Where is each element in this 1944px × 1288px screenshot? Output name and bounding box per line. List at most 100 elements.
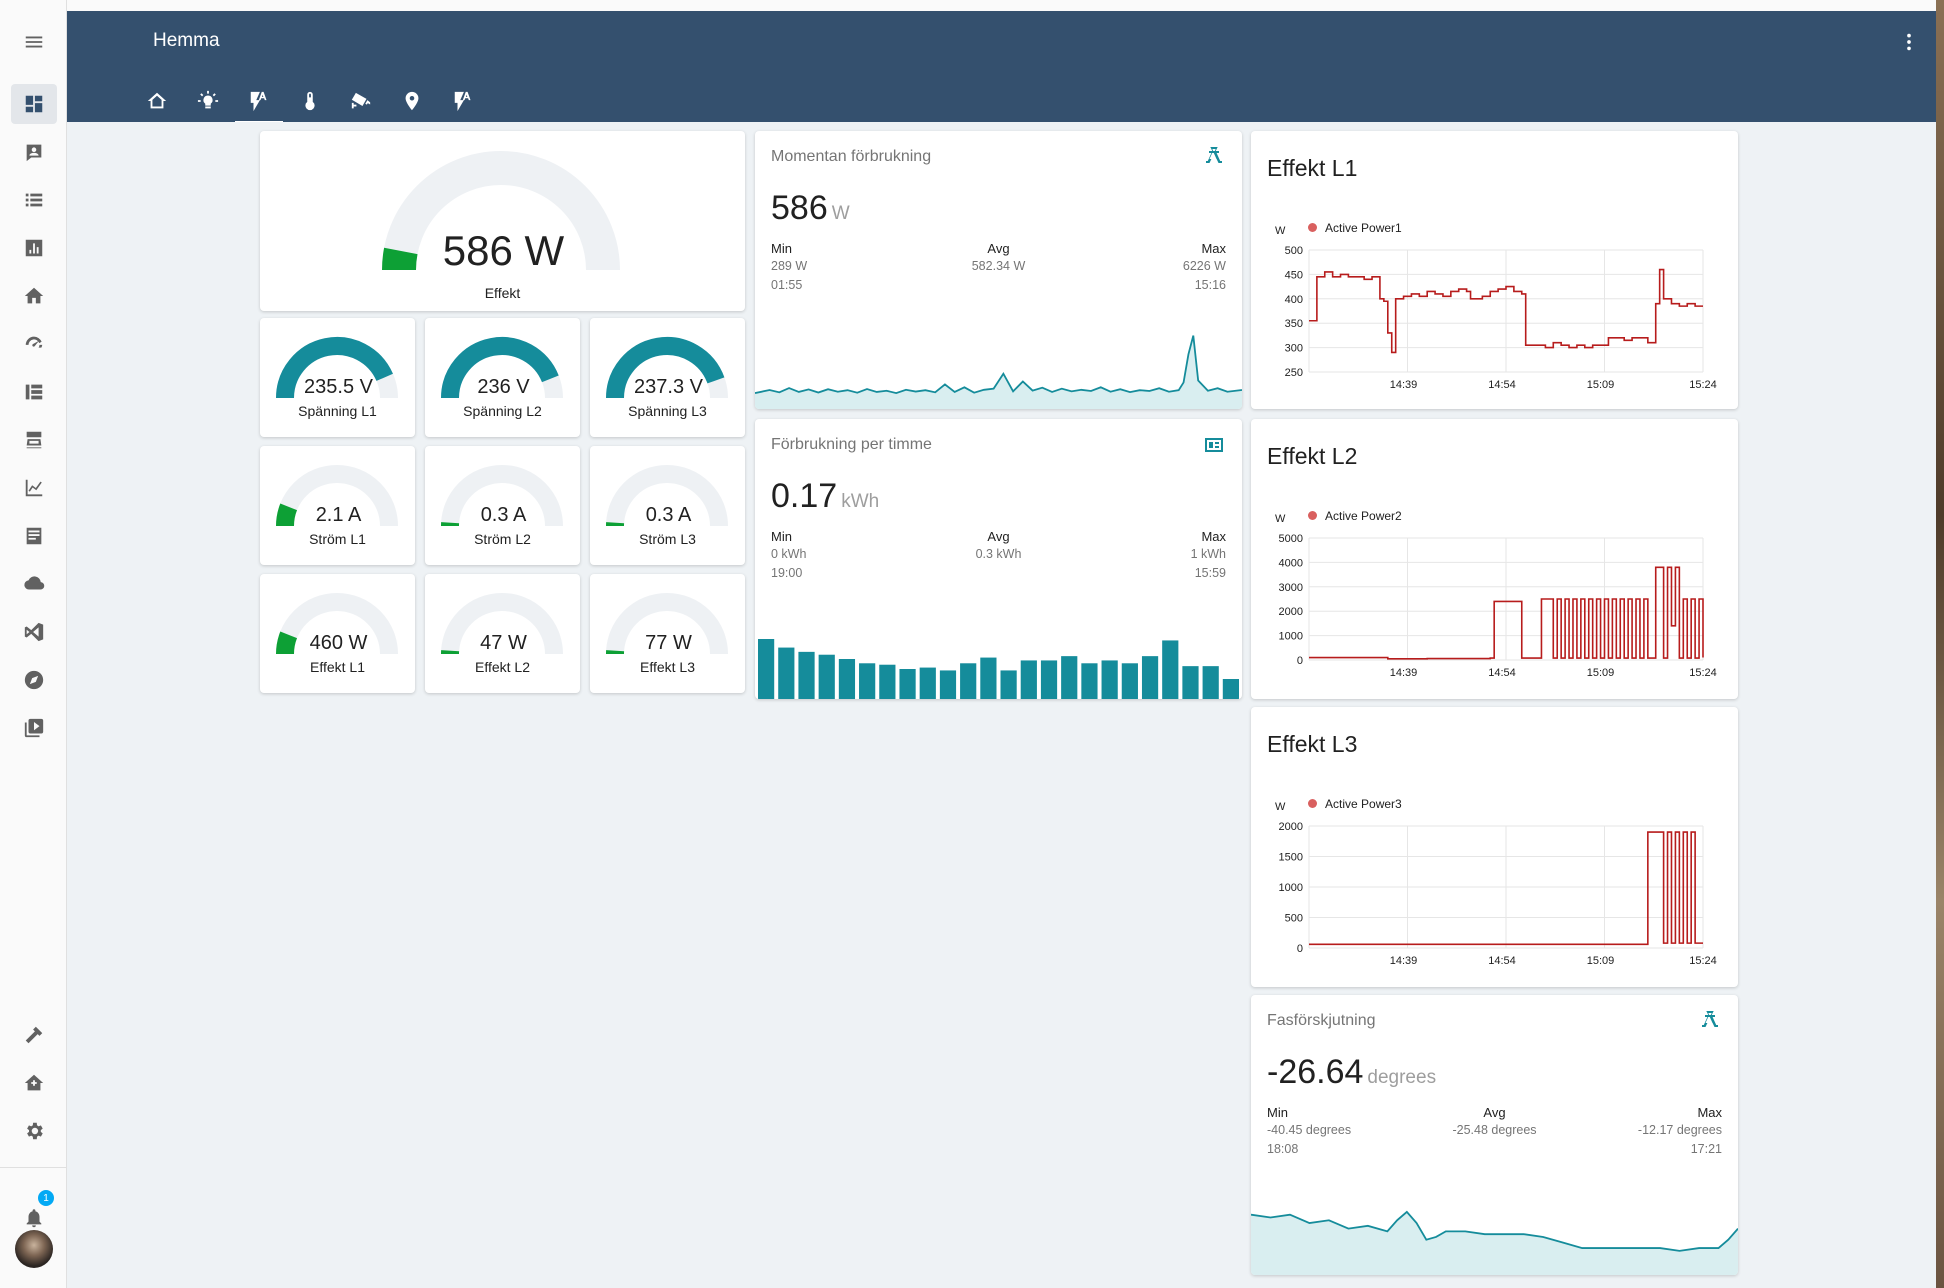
- stat-avg-value: 582.34 W: [971, 259, 1026, 273]
- gauge-card-spanning-l2[interactable]: 236 V Spänning L2: [425, 318, 580, 437]
- y-tick-label: 450: [1285, 269, 1303, 281]
- bar: [919, 667, 936, 699]
- gauge-card-effekt-l2[interactable]: 47 W Effekt L2: [425, 574, 580, 693]
- x-tick-label: 14:39: [1390, 379, 1418, 391]
- gauge-value: 460 W: [309, 632, 368, 654]
- chart-title: Effekt L1: [1267, 155, 1358, 181]
- gauge-card-effekt-l1[interactable]: 460 W Effekt L1: [260, 574, 415, 693]
- sensor-value: 0.17 kWh: [771, 477, 880, 515]
- legend-label[interactable]: Active Power2: [1325, 509, 1402, 523]
- x-tick-label: 15:24: [1689, 379, 1717, 391]
- panels-icon[interactable]: [11, 372, 57, 412]
- bar: [980, 657, 997, 699]
- sensor-card-fas[interactable]: Fasförskjutning -26.64 degrees Min -40.45…: [1251, 995, 1738, 1275]
- supervisor-icon[interactable]: [11, 1063, 57, 1103]
- gauge-label: Ström L1: [309, 531, 366, 547]
- gauge-value: 0.3 A: [645, 504, 692, 526]
- sensor-card-per-timme[interactable]: Förbrukning per timme 0.17 kWh Min 0 kWh …: [755, 419, 1242, 699]
- legend-swatch: [1308, 799, 1317, 808]
- vscode-icon[interactable]: [11, 612, 57, 652]
- settings-icon[interactable]: [11, 1111, 57, 1151]
- gauge-card-effekt-l3[interactable]: 77 W Effekt L3: [590, 574, 745, 693]
- tab-flash-auto-2[interactable]: [443, 81, 483, 121]
- bar: [1020, 660, 1037, 699]
- x-tick-label: 14:39: [1390, 955, 1418, 967]
- sensor-value: -26.64 degrees: [1267, 1053, 1437, 1091]
- history-icon[interactable]: [11, 228, 57, 268]
- gauge-card-spanning-l3[interactable]: 237.3 V Spänning L3: [590, 318, 745, 437]
- tab-thermometer[interactable]: [290, 81, 330, 121]
- logbook-icon[interactable]: [11, 180, 57, 220]
- y-tick-label: 400: [1285, 294, 1303, 306]
- menu-icon[interactable]: [11, 22, 57, 62]
- flash-auto-icon-2: [454, 91, 471, 112]
- stat-avg-label: Avg: [1483, 1105, 1506, 1120]
- gauge-value: 47 W: [480, 632, 527, 654]
- x-tick-label: 15:09: [1587, 955, 1615, 967]
- statistics-icon[interactable]: [11, 468, 57, 508]
- x-tick-label: 14:39: [1390, 667, 1418, 679]
- media-icon[interactable]: [11, 516, 57, 556]
- stat-max-value: -12.17 degrees: [1637, 1123, 1722, 1137]
- gauge-label: Ström L3: [639, 531, 696, 547]
- gauge-card-strom-l3[interactable]: 0.3 A Ström L3: [590, 446, 745, 565]
- tab-flash-auto[interactable]: [235, 81, 283, 123]
- gauge-label: Effekt L1: [309, 659, 365, 675]
- y-tick-label: 0: [1297, 655, 1303, 667]
- stat-max-time: 15:16: [1194, 278, 1226, 292]
- gauge-value: 586 W: [442, 227, 565, 274]
- gauge-card-strom-l2[interactable]: 0.3 A Ström L2: [425, 446, 580, 565]
- y-tick-label: 3000: [1279, 582, 1303, 594]
- bar: [1081, 663, 1098, 699]
- bar: [798, 651, 815, 699]
- stat-min-time: 01:55: [771, 278, 803, 292]
- history-card-l2[interactable]: Effekt L2 W Active Power2 5000 4000 3000 20…: [1251, 419, 1738, 699]
- x-tick-label: 15:24: [1689, 955, 1717, 967]
- energy-icon[interactable]: [11, 324, 57, 364]
- map-icon[interactable]: [11, 132, 57, 172]
- main-gauge: [382, 151, 620, 271]
- line-chart: 2000 1500 1000 500 0 14:39 14:54 15:09 15:24: [1279, 821, 1717, 967]
- history-card-l1[interactable]: Effekt L1 W Active Power1 500 450 400 350 30…: [1251, 131, 1738, 409]
- sidebar: 1: [0, 0, 67, 1288]
- x-tick-label: 14:54: [1488, 379, 1516, 391]
- hacs-icon[interactable]: [11, 420, 57, 460]
- legend-label[interactable]: Active Power3: [1325, 797, 1402, 811]
- bar: [960, 663, 977, 699]
- media-player-icon[interactable]: [11, 708, 57, 748]
- bar-chart: [758, 639, 1239, 699]
- dashboard-icon[interactable]: [11, 84, 57, 124]
- notification-badge: 1: [38, 1190, 54, 1206]
- avatar[interactable]: [15, 1230, 53, 1268]
- tab-cctv[interactable]: [341, 81, 381, 121]
- y-tick-label: 5000: [1279, 533, 1303, 545]
- developer-tools-icon[interactable]: [11, 1015, 57, 1055]
- compass-icon[interactable]: [11, 660, 57, 700]
- cctv-icon: [351, 92, 371, 109]
- map-marker-icon: [405, 91, 419, 111]
- y-tick-label: 250: [1285, 367, 1303, 379]
- home-icon[interactable]: [11, 276, 57, 316]
- gauge-card-effekt[interactable]: 586 W Effekt: [260, 131, 745, 311]
- gauge-card-strom-l1[interactable]: 2.1 A Ström L1: [260, 446, 415, 565]
- stat-avg-label: Avg: [987, 241, 1010, 256]
- legend-label[interactable]: Active Power1: [1325, 221, 1402, 235]
- y-tick-label: 0: [1297, 943, 1303, 955]
- bar: [879, 664, 896, 699]
- tab-map-marker[interactable]: [392, 81, 432, 121]
- x-tick-label: 15:09: [1587, 379, 1615, 391]
- cloud-icon[interactable]: [11, 564, 57, 604]
- overflow-menu-icon[interactable]: [1898, 31, 1920, 53]
- y-tick-label: 1500: [1279, 852, 1303, 864]
- dashboard-view: 586 W Effekt 235.5 V Spänning L1 236 V Spän…: [67, 122, 1936, 1288]
- stat-min-time: 19:00: [771, 566, 803, 580]
- x-tick-label: 15:24: [1689, 667, 1717, 679]
- history-card-l3[interactable]: Effekt L3 W Active Power3 2000 1500 1000 50…: [1251, 707, 1738, 987]
- y-tick-label: 500: [1285, 913, 1303, 925]
- gauge-card-spanning-l1[interactable]: 235.5 V Spänning L1: [260, 318, 415, 437]
- thermometer-icon: [305, 91, 315, 111]
- tab-lightbulb[interactable]: [188, 81, 228, 121]
- sensor-card-momentan[interactable]: Momentan förbrukning 586 W Min 289 W 01:5…: [755, 131, 1242, 409]
- desktop-edge: [1936, 0, 1944, 1288]
- tab-home-outline[interactable]: [137, 81, 177, 121]
